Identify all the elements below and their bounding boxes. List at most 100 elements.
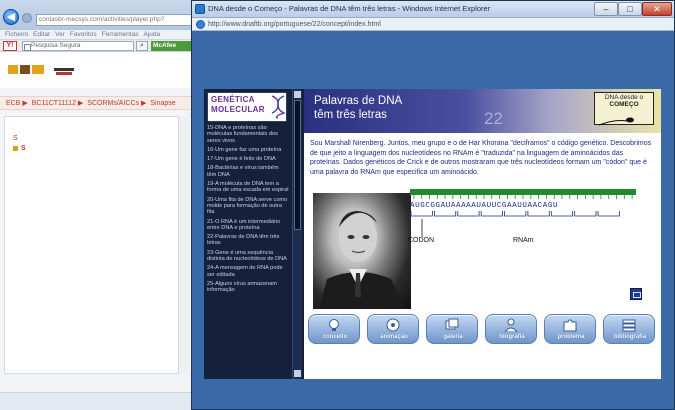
bg-titlebar: ◀ contasbr-mecsys.com/activities/player.… bbox=[0, 0, 200, 30]
codon-bracket bbox=[410, 211, 433, 217]
menu-item-edit[interactable]: Editar bbox=[33, 30, 50, 40]
partner-logo bbox=[54, 64, 74, 78]
menu-item-file[interactable]: Ficheiro bbox=[5, 30, 28, 40]
nav-gallery-button[interactable]: galeria bbox=[426, 314, 478, 344]
background-browser-window: ◀ contasbr-mecsys.com/activities/player.… bbox=[0, 0, 200, 410]
flash-stage: GENÉTICA MOLECULAR 15-DNA e proteínas sã… bbox=[192, 31, 674, 409]
animation-icon bbox=[386, 318, 400, 332]
topic-item[interactable]: 16-Um gene faz uma proteína bbox=[207, 147, 289, 153]
portrait-figure bbox=[319, 211, 405, 309]
breadcrumb-item[interactable]: SCORMs/AICCs ▶ bbox=[87, 100, 146, 107]
maximize-button[interactable]: □ bbox=[618, 2, 642, 16]
minimize-button[interactable]: – bbox=[594, 2, 618, 16]
bg-section-label: S bbox=[13, 135, 18, 142]
logo-line-2: MOLECULAR bbox=[211, 105, 265, 114]
film-icon[interactable] bbox=[630, 288, 642, 300]
close-button[interactable]: ✕ bbox=[642, 2, 672, 16]
breadcrumb-item[interactable]: Sinapse bbox=[150, 100, 175, 107]
strand-ticks bbox=[413, 195, 633, 199]
topic-item[interactable]: 19-A molécula de DNA tem a forma de uma … bbox=[207, 181, 289, 194]
nav-label: animação bbox=[380, 334, 408, 340]
strand-backbone bbox=[410, 189, 636, 195]
popup-browser-window: DNA desde o Começo - Palavras de DNA têm… bbox=[191, 0, 675, 410]
bg-menu-bar: Ficheiro Editar Ver Favoritos Ferramentas Aju… bbox=[0, 30, 200, 40]
search-provider-icon[interactable]: Y! bbox=[3, 41, 17, 51]
nucleotide-sequence: AUGCGGAUAAAAAUAUUCGAAUUAACAGU bbox=[410, 202, 558, 210]
ie-icon bbox=[195, 4, 205, 14]
menu-item-favorites[interactable]: Favoritos bbox=[70, 30, 97, 40]
nav-biography-button[interactable]: biografia bbox=[485, 314, 537, 344]
rnam-label: RNAm bbox=[513, 237, 534, 244]
puzzle-icon bbox=[563, 319, 577, 332]
portrait-photo bbox=[313, 193, 411, 309]
lesson-nav: conceito animação galeria biografia prob… bbox=[308, 314, 658, 352]
books-icon bbox=[622, 319, 636, 332]
nav-bibliography-button[interactable]: bibliografia bbox=[603, 314, 655, 344]
scroll-thumb[interactable] bbox=[294, 100, 301, 230]
codon-bracket bbox=[504, 211, 527, 217]
breadcrumb-item[interactable]: ECB ▶ bbox=[6, 100, 28, 107]
nav-animation-button[interactable]: animação bbox=[367, 314, 419, 344]
person-icon bbox=[504, 318, 518, 332]
codon-bracket bbox=[433, 211, 457, 217]
bg-scrollbar[interactable] bbox=[178, 116, 190, 374]
codon-bracket bbox=[597, 211, 620, 217]
back-arrow-icon[interactable]: ◀ bbox=[3, 9, 19, 25]
topic-item[interactable]: 25-Alguns vírus armazenam informação bbox=[207, 281, 289, 294]
scroll-down-icon[interactable] bbox=[294, 370, 301, 377]
bg-search-input[interactable]: Pesquisa Segura bbox=[22, 41, 134, 51]
search-icon[interactable]: ⌕ bbox=[136, 41, 148, 51]
topic-item[interactable]: 23-Gene é uma sequência distinta de nucl… bbox=[207, 250, 289, 263]
bg-logo-area bbox=[0, 52, 200, 88]
topic-item[interactable]: 24-A mensagem de RNA pode ser editada bbox=[207, 265, 289, 278]
bg-content-panel: S S bbox=[4, 116, 194, 374]
codon-label: CODON bbox=[408, 237, 435, 244]
forward-arrow-icon[interactable] bbox=[22, 13, 32, 23]
codon-bracket bbox=[457, 211, 480, 217]
codon-brackets bbox=[410, 211, 620, 217]
menu-item-help[interactable]: Ajuda bbox=[143, 30, 160, 40]
topic-item[interactable]: 22-Palavras de DNA têm três letras bbox=[207, 234, 289, 247]
popup-url[interactable]: http://www.dnaftb.org/portuguese/22/conc… bbox=[208, 20, 381, 29]
nav-concept-button[interactable]: conceito bbox=[308, 314, 360, 344]
bg-breadcrumb: ECB ▶ BC11CT11112 ▶ SCORMs/AICCs ▶ Sinapse bbox=[0, 96, 200, 110]
nav-label: problema bbox=[557, 334, 585, 340]
topic-list: 15-DNA e proteínas são moléculas fundame… bbox=[207, 125, 289, 375]
popup-address-bar: http://www.dnaftb.org/portuguese/22/conc… bbox=[192, 18, 674, 31]
sperm-swoosh-icon bbox=[598, 117, 634, 126]
scroll-up-icon[interactable] bbox=[294, 91, 301, 98]
lesson-title-line-1: Palavras de DNA bbox=[314, 95, 403, 107]
popup-titlebar: DNA desde o Começo - Palavras de DNA têm… bbox=[192, 1, 674, 18]
codon-bracket bbox=[527, 211, 550, 217]
topic-sidebar: GENÉTICA MOLECULAR 15-DNA e proteínas sã… bbox=[204, 89, 304, 379]
topic-item[interactable]: 21-O RNA é um intermediário entre DNA e … bbox=[207, 219, 289, 232]
topic-item[interactable]: 17-Um gene é feito de DNA bbox=[207, 156, 289, 162]
genetica-molecular-logo: GENÉTICA MOLECULAR bbox=[207, 92, 287, 122]
menu-item-tools[interactable]: Ferramentas bbox=[102, 30, 139, 40]
bg-section-item[interactable]: S bbox=[13, 145, 26, 152]
nav-problem-button[interactable]: problema bbox=[544, 314, 596, 344]
folder-icon bbox=[13, 145, 18, 151]
lesson-body-text: Sou Marshall Nirenberg. Juntos, meu grup… bbox=[310, 140, 652, 176]
bg-address-bar[interactable]: contasbr-mecsys.com/activities/player.ph… bbox=[36, 14, 198, 26]
codon-bracket bbox=[574, 211, 597, 217]
topic-scrollbar[interactable] bbox=[292, 89, 302, 379]
lightbulb-icon bbox=[329, 319, 339, 331]
ecb-logo bbox=[8, 62, 46, 76]
bg-status-bar bbox=[0, 392, 200, 410]
lesson-title-line-2: têm três letras bbox=[314, 109, 387, 121]
topic-item[interactable]: 20-Uma fita de DNA serve como molde para… bbox=[207, 197, 289, 216]
breadcrumb-item[interactable]: BC11CT11112 ▶ bbox=[32, 100, 84, 107]
bg-search-toolbar: Y! Pesquisa Segura ⌕ McAfee bbox=[0, 40, 200, 52]
menu-item-view[interactable]: Ver bbox=[55, 30, 65, 40]
topic-item[interactable]: 15-DNA e proteínas são moléculas fundame… bbox=[207, 125, 289, 144]
codon-bracket bbox=[550, 211, 574, 217]
globe-icon bbox=[196, 20, 205, 29]
gallery-icon bbox=[445, 318, 459, 330]
flash-app: GENÉTICA MOLECULAR 15-DNA e proteínas sã… bbox=[204, 89, 661, 379]
badge-line-2: COMEÇO bbox=[609, 100, 639, 108]
logo-line-1: GENÉTICA bbox=[211, 95, 255, 104]
nav-label: biografia bbox=[499, 334, 525, 340]
nav-label: galeria bbox=[443, 334, 463, 340]
topic-item[interactable]: 18-Bactérias e vírus também têm DNA bbox=[207, 165, 289, 178]
